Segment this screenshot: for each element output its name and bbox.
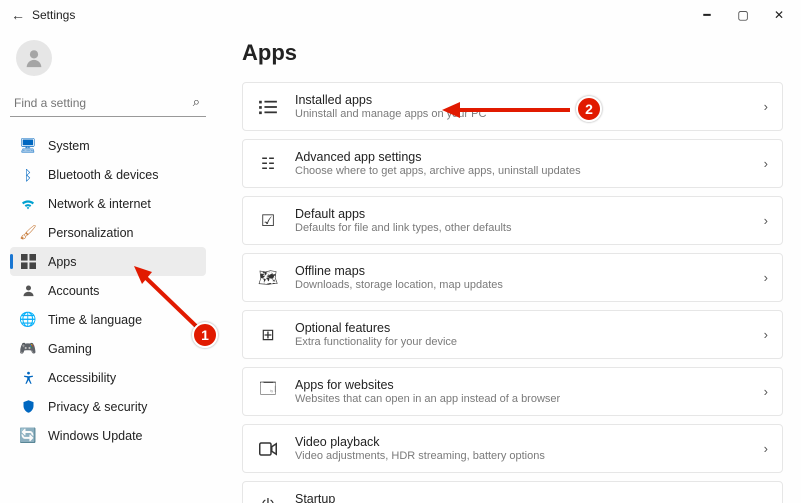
search-input[interactable] <box>10 90 206 116</box>
window-title: Settings <box>32 8 75 22</box>
page-title: Apps <box>242 40 783 66</box>
card-title: Optional features <box>295 321 764 335</box>
card-title: Default apps <box>295 207 764 221</box>
sidebar-item-label: Time & language <box>48 313 142 327</box>
maximize-button[interactable]: ▢ <box>725 1 761 29</box>
shield-icon <box>18 399 38 414</box>
card-offline-maps[interactable]: 🗺 Offline maps Downloads, storage locati… <box>242 253 783 302</box>
avatar[interactable] <box>16 40 52 76</box>
card-desc: Video adjustments, HDR streaming, batter… <box>295 450 764 462</box>
search-field[interactable]: ⌕ <box>10 90 206 117</box>
main-content: Apps Installed apps Uninstall and manage… <box>216 30 801 503</box>
default-check-icon: ☑ <box>257 210 279 232</box>
minimize-button[interactable]: ━ <box>689 1 725 29</box>
sidebar-item-time-language[interactable]: 🌐 Time & language <box>10 305 206 334</box>
startup-icon: ⏻ <box>257 495 279 503</box>
sidebar-item-label: Accounts <box>48 284 99 298</box>
card-title: Apps for websites <box>295 378 764 392</box>
app-gear-icon: ☷ <box>257 153 279 175</box>
sidebar-item-accessibility[interactable]: Accessibility <box>10 363 206 392</box>
sidebar-item-label: Network & internet <box>48 197 151 211</box>
back-button[interactable]: ← <box>4 7 32 23</box>
sidebar-item-label: Gaming <box>48 342 92 356</box>
card-startup[interactable]: ⏻ Startup Apps that start automatically … <box>242 481 783 503</box>
sidebar-item-label: Apps <box>48 255 77 269</box>
chevron-right-icon: › <box>764 156 768 171</box>
card-title: Offline maps <box>295 264 764 278</box>
sidebar-item-label: Privacy & security <box>48 400 147 414</box>
card-title: Video playback <box>295 435 764 449</box>
sidebar-item-bluetooth[interactable]: ᛒ Bluetooth & devices <box>10 160 206 189</box>
card-video-playback[interactable]: Video playback Video adjustments, HDR st… <box>242 424 783 473</box>
card-advanced-app-settings[interactable]: ☷ Advanced app settings Choose where to … <box>242 139 783 188</box>
sidebar-item-privacy[interactable]: Privacy & security <box>10 392 206 421</box>
sidebar-item-label: System <box>48 139 90 153</box>
video-icon <box>257 438 279 460</box>
chevron-right-icon: › <box>764 441 768 456</box>
wifi-icon <box>18 196 38 212</box>
titlebar: ← Settings ━ ▢ ✕ <box>0 0 801 30</box>
sidebar: ⌕ 🖥 System ᛒ Bluetooth & devices Network… <box>0 30 216 503</box>
sidebar-item-windows-update[interactable]: 🔄 Windows Update <box>10 421 206 450</box>
window-link-icon: 🗔 <box>257 381 279 403</box>
card-desc: Extra functionality for your device <box>295 336 764 348</box>
card-apps-for-websites[interactable]: 🗔 Apps for websites Websites that can op… <box>242 367 783 416</box>
card-default-apps[interactable]: ☑ Default apps Defaults for file and lin… <box>242 196 783 245</box>
card-title: Installed apps <box>295 93 764 107</box>
brush-icon: 🖌 <box>18 224 38 241</box>
card-optional-features[interactable]: ⊞ Optional features Extra functionality … <box>242 310 783 359</box>
gamepad-icon: 🎮 <box>18 340 38 357</box>
sidebar-item-label: Accessibility <box>48 371 116 385</box>
chevron-right-icon: › <box>764 213 768 228</box>
close-button[interactable]: ✕ <box>761 1 797 29</box>
card-title: Advanced app settings <box>295 150 764 164</box>
accessibility-icon <box>18 370 38 385</box>
sidebar-item-label: Bluetooth & devices <box>48 168 159 182</box>
display-icon: 🖥 <box>18 137 38 154</box>
sidebar-item-gaming[interactable]: 🎮 Gaming <box>10 334 206 363</box>
apps-icon <box>18 254 38 269</box>
sidebar-item-network[interactable]: Network & internet <box>10 189 206 218</box>
card-desc: Choose where to get apps, archive apps, … <box>295 165 764 177</box>
chevron-right-icon: › <box>764 99 768 114</box>
bluetooth-icon: ᛒ <box>18 167 38 183</box>
chevron-right-icon: › <box>764 270 768 285</box>
card-title: Startup <box>295 492 764 503</box>
globe-clock-icon: 🌐 <box>18 311 38 328</box>
sidebar-item-label: Windows Update <box>48 429 143 443</box>
card-desc: Downloads, storage location, map updates <box>295 279 764 291</box>
map-icon: 🗺 <box>257 267 279 289</box>
person-icon <box>18 283 38 298</box>
sidebar-item-accounts[interactable]: Accounts <box>10 276 206 305</box>
card-desc: Defaults for file and link types, other … <box>295 222 764 234</box>
card-desc: Websites that can open in an app instead… <box>295 393 764 405</box>
chevron-right-icon: › <box>764 327 768 342</box>
sidebar-item-label: Personalization <box>48 226 133 240</box>
chevron-right-icon: › <box>764 384 768 399</box>
features-plus-icon: ⊞ <box>257 324 279 346</box>
list-icon <box>257 96 279 118</box>
update-icon: 🔄 <box>18 427 38 444</box>
search-icon: ⌕ <box>193 94 200 110</box>
sidebar-item-apps[interactable]: Apps <box>10 247 206 276</box>
card-desc: Uninstall and manage apps on your PC <box>295 108 764 120</box>
sidebar-item-system[interactable]: 🖥 System <box>10 131 206 160</box>
card-installed-apps[interactable]: Installed apps Uninstall and manage apps… <box>242 82 783 131</box>
sidebar-item-personalization[interactable]: 🖌 Personalization <box>10 218 206 247</box>
chevron-right-icon: › <box>764 498 768 503</box>
